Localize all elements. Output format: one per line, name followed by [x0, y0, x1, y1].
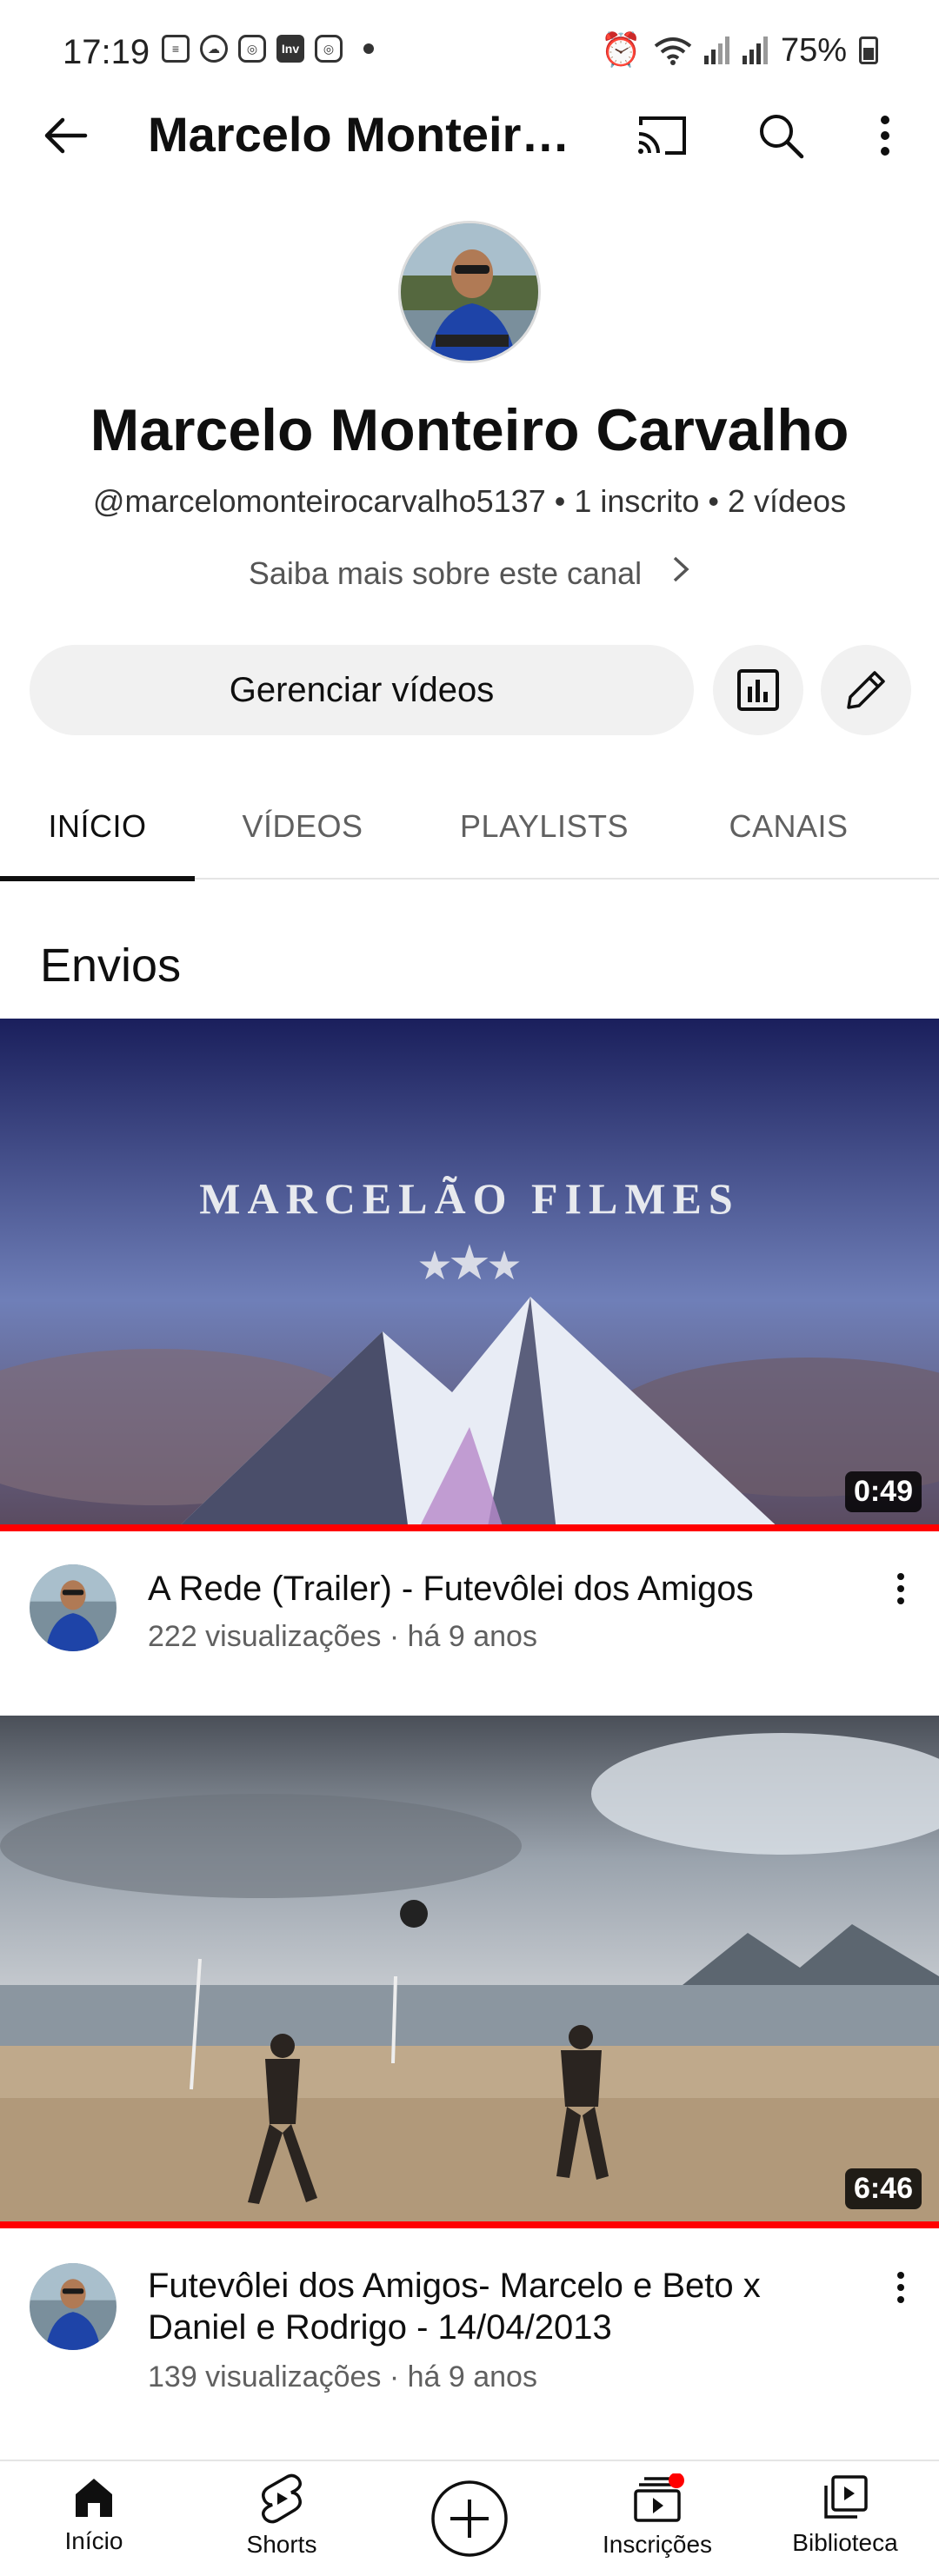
- about-channel-link[interactable]: Saiba mais sobre este canal: [0, 554, 939, 592]
- about-channel-label: Saiba mais sobre este canal: [248, 555, 643, 591]
- video-meta: 222 visualizações · há 9 anos: [148, 1620, 537, 1653]
- alarm-icon: ⏰: [600, 32, 642, 69]
- svg-text:★: ★: [448, 1235, 491, 1290]
- video-title[interactable]: Futevôlei dos Amigos- Marcelo e Beto x D…: [148, 2265, 843, 2348]
- nav-item-inicio[interactable]: Início: [0, 2461, 188, 2576]
- nav-label: Shorts: [246, 2531, 317, 2558]
- video-duration: 6:46: [844, 2168, 922, 2209]
- bottom-navigation: Início Shorts Inscrições Biblioteca: [0, 2460, 939, 2576]
- cast-button[interactable]: [635, 108, 690, 163]
- thumbnail-image: MARCELÃO FILMES ★ ★ ★: [0, 1019, 939, 1531]
- more-options-button[interactable]: [857, 108, 913, 163]
- weather-icon: ☁: [200, 35, 228, 63]
- dot-icon: [363, 43, 374, 54]
- message-icon: ≡: [162, 35, 190, 63]
- cast-icon: [638, 116, 686, 155]
- channel-avatar[interactable]: [398, 221, 541, 363]
- back-button[interactable]: [40, 110, 92, 162]
- analytics-icon: [737, 669, 779, 711]
- nav-item-biblioteca[interactable]: Biblioteca: [751, 2461, 939, 2576]
- nav-item-shorts[interactable]: Shorts: [188, 2461, 376, 2576]
- search-icon: [760, 115, 804, 159]
- more-vert-icon: [897, 2272, 904, 2303]
- manage-videos-button[interactable]: Gerenciar vídeos: [30, 645, 694, 735]
- wifi-icon: [654, 37, 692, 65]
- status-time: 17:19: [63, 33, 150, 71]
- tab-inicio[interactable]: INÍCIO: [0, 773, 195, 881]
- video-duration: 0:49: [844, 1471, 922, 1512]
- tab-videos[interactable]: VÍDEOS: [205, 773, 400, 880]
- shorts-icon: [262, 2473, 302, 2524]
- thumbnail-title-text: MARCELÃO FILMES: [199, 1174, 739, 1223]
- video-meta: 139 visualizações · há 9 anos: [148, 2360, 537, 2393]
- instagram-icon: ◎: [315, 35, 343, 63]
- nav-item-inscricoes[interactable]: Inscrições: [563, 2461, 751, 2576]
- system-icons: ⏰ 75%: [601, 31, 878, 70]
- more-vert-icon: [881, 116, 889, 156]
- video-more-button[interactable]: [880, 1568, 922, 1610]
- battery-percent: 75%: [780, 31, 847, 69]
- library-icon: [824, 2475, 868, 2519]
- home-icon: [76, 2479, 112, 2517]
- tab-playlists[interactable]: PLAYLISTS: [431, 773, 657, 880]
- analytics-button[interactable]: [713, 645, 803, 735]
- create-icon: [431, 2480, 508, 2557]
- instagram-icon: ◎: [238, 35, 266, 63]
- nav-label: Inscrições: [602, 2531, 713, 2558]
- signal-icon: [742, 37, 768, 64]
- nav-item-create[interactable]: [376, 2461, 563, 2576]
- search-button[interactable]: [753, 108, 809, 163]
- watch-progress-bar: [0, 1524, 939, 1531]
- channel-name: Marcelo Monteiro Carvalho: [90, 397, 849, 463]
- video-thumbnail[interactable]: 6:46: [0, 1716, 939, 2228]
- section-title: Envios: [40, 939, 182, 992]
- channel-meta: @marcelomonteirocarvalho5137 • 1 inscrit…: [92, 483, 847, 519]
- edit-channel-button[interactable]: [821, 645, 911, 735]
- pencil-icon: [847, 671, 885, 709]
- subscriptions-icon: [634, 2473, 684, 2522]
- video-channel-avatar[interactable]: [30, 1564, 117, 1651]
- notification-icons: ≡ ☁ ◎ Inv ◎: [162, 35, 374, 63]
- tab-canais[interactable]: CANAIS: [689, 773, 889, 880]
- watch-progress-bar: [0, 2221, 939, 2228]
- more-vert-icon: [897, 1573, 904, 1604]
- battery-icon: [859, 37, 878, 64]
- thumbnail-image: [0, 1716, 939, 2228]
- nav-label: Início: [64, 2527, 123, 2554]
- video-title[interactable]: A Rede (Trailer) - Futevôlei dos Amigos: [148, 1568, 843, 1610]
- arrow-back-icon: [44, 117, 88, 154]
- app-bar-title: Marcelo Monteiro Carvalho: [148, 107, 583, 162]
- nav-label: Biblioteca: [792, 2529, 898, 2556]
- signal-icon: [703, 37, 729, 64]
- investing-icon: Inv: [276, 35, 304, 63]
- top-app-bar: Marcelo Monteiro Carvalho: [0, 87, 939, 183]
- video-channel-avatar[interactable]: [30, 2263, 117, 2350]
- video-thumbnail[interactable]: MARCELÃO FILMES ★ ★ ★ 0:49: [0, 1019, 939, 1531]
- channel-tabs: INÍCIO VÍDEOS PLAYLISTS CANAIS: [0, 773, 939, 881]
- chevron-right-icon: [671, 554, 690, 592]
- video-more-button[interactable]: [880, 2267, 922, 2308]
- svg-text:★: ★: [486, 1243, 522, 1288]
